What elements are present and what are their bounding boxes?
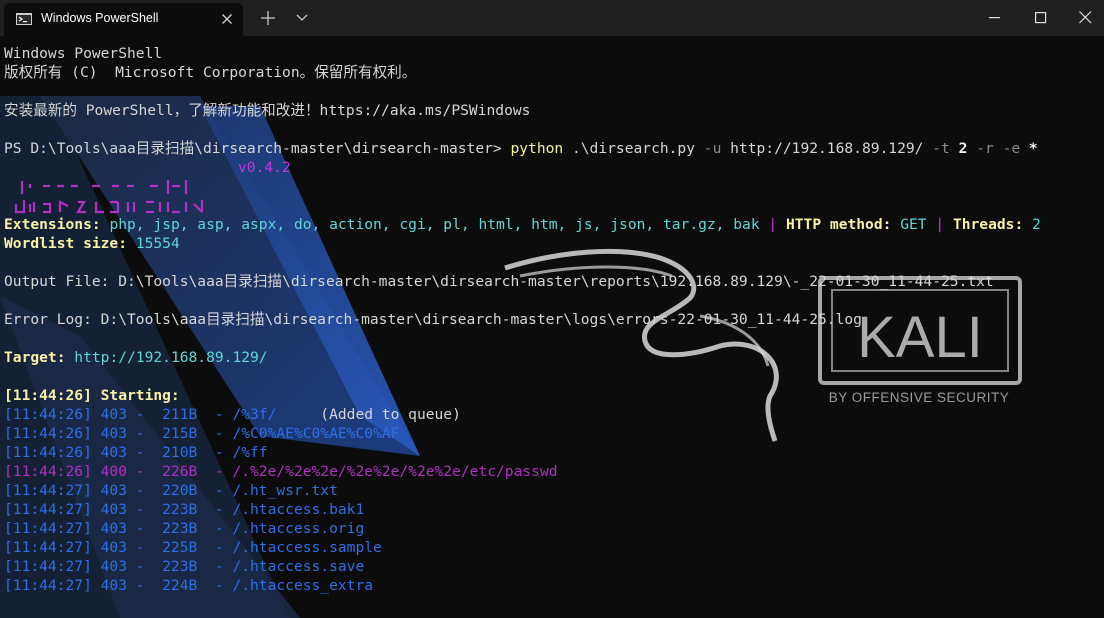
extensions-value: php, jsp, asp, aspx, do, action, cgi, pl… — [109, 216, 760, 233]
logo-line-2 — [4, 177, 1041, 196]
result-text: [11:44:26] 400 - 226B - /.%2e/%2e%2e/%2e… — [4, 463, 558, 480]
chevron-down-icon — [296, 14, 308, 21]
result-row: [11:44:26] 403 - 215B - /%C0%AE%C0%AE%C0… — [4, 424, 1041, 443]
prompt: PS D:\Tools\aaa目录扫描\dirsearch-master\dir… — [4, 140, 511, 157]
wordlist-value: 15554 — [135, 235, 180, 252]
result-text: [11:44:27] 403 - 225B - /.htaccess.sampl… — [4, 539, 382, 556]
logo-line-1: v0.4.2 — [4, 158, 1041, 177]
scan-results: [11:44:26] 403 - 211B - /%3f/ (Added to … — [4, 405, 1041, 595]
error-log-line: Error Log: D:\Tools\aaa目录扫描\dirsearch-ma… — [4, 311, 862, 328]
extensions-line: Extensions: php, jsp, asp, aspx, do, act… — [4, 216, 1041, 233]
close-icon — [1079, 11, 1092, 24]
http-method-label: HTTP method: — [785, 216, 901, 233]
header-line-2: 版权所有 (C) Microsoft Corporation。保留所有权利。 — [4, 64, 417, 81]
result-text: [11:44:27] 403 - 224B - /.htaccess_extra — [4, 577, 374, 594]
tab-windows-powershell[interactable]: Windows PowerShell — [4, 3, 243, 36]
threads-value: 2 — [1032, 216, 1041, 233]
target-label: Target: — [4, 349, 75, 366]
result-row: [11:44:27] 403 - 223B - /.htaccess.orig — [4, 519, 1041, 538]
command-line: PS D:\Tools\aaa目录扫描\dirsearch-master\dir… — [4, 139, 1041, 158]
result-text: [11:44:27] 403 - 220B - /.ht_wsr.txt — [4, 482, 338, 499]
maximize-icon — [1035, 12, 1047, 24]
result-text: [11:44:26] 403 - 210B - /%ff — [4, 444, 268, 461]
version-label: v0.4.2 — [238, 159, 291, 176]
result-row: [11:44:27] 403 - 225B - /.htaccess.sampl… — [4, 538, 1041, 557]
result-text: [11:44:27] 403 - 223B - /.htaccess.save — [4, 558, 365, 575]
new-tab-button[interactable] — [252, 0, 284, 36]
tab-title: Windows PowerShell — [41, 11, 159, 25]
cmd-script: .\dirsearch.py — [563, 140, 704, 157]
plus-icon — [261, 11, 275, 25]
cmd-flag-r: -r — [976, 140, 994, 157]
maximize-button[interactable] — [1018, 0, 1064, 36]
cmd-flag-t: -t — [932, 140, 950, 157]
header-line-1: Windows PowerShell — [4, 45, 163, 62]
result-row: [11:44:27] 403 - 224B - /.htaccess_extra — [4, 576, 1041, 595]
tab-close-icon[interactable] — [220, 12, 234, 26]
result-text: [11:44:27] 403 - 223B - /.htaccess.orig — [4, 520, 365, 537]
output-file-line: Output File: D:\Tools\aaa目录扫描\dirsearch-… — [4, 273, 994, 290]
result-row: [11:44:26] 403 - 210B - /%ff — [4, 443, 1041, 462]
header-line-3: 安装最新的 PowerShell，了解新功能和改进！https://aka.ms… — [4, 102, 531, 119]
result-row: [11:44:27] 403 - 223B - /.htaccess.bak1 — [4, 500, 1041, 519]
starting-line: [11:44:26] Starting: — [4, 387, 180, 404]
result-note: (Added to queue) — [276, 406, 461, 423]
wordlist-line: Wordlist size: 15554 — [4, 234, 1041, 253]
target-value: http://192.168.89.129/ — [74, 349, 268, 366]
cmd-url: http://192.168.89.129/ — [721, 140, 933, 157]
extensions-label: Extensions: — [4, 216, 110, 233]
close-window-button[interactable] — [1064, 0, 1104, 36]
result-row: [11:44:26] 400 - 226B - /.%2e/%2e%2e/%2e… — [4, 462, 1041, 481]
wordlist-label: Wordlist size: — [4, 235, 136, 252]
minimize-icon — [989, 17, 1000, 19]
result-row: [11:44:27] 403 - 223B - /.htaccess.save — [4, 557, 1041, 576]
result-text: [11:44:26] 403 - 215B - /%C0%AE%C0%AE%C0… — [4, 425, 400, 442]
result-text: [11:44:26] 403 - 211B - /%3f/ — [4, 406, 277, 423]
terminal-output: Windows PowerShell 版权所有 (C) Microsoft Co… — [4, 44, 1041, 595]
cmd-flag-u: -u — [703, 140, 722, 157]
result-row: [11:44:26] 403 - 211B - /%3f/ (Added to … — [4, 405, 1041, 424]
cmd-e-value: * — [1020, 140, 1038, 157]
minimize-button[interactable] — [972, 0, 1018, 36]
http-method-value: GET — [900, 216, 927, 233]
threads-label: Threads: — [952, 216, 1033, 233]
tab-dropdown-button[interactable] — [288, 0, 316, 36]
title-bar: Windows PowerShell — [0, 0, 1104, 36]
target-line: Target: http://192.168.89.129/ — [4, 348, 1041, 367]
result-text: [11:44:27] 403 - 223B - /.htaccess.bak1 — [4, 501, 365, 518]
powershell-icon — [16, 13, 32, 25]
cmd-t-value: 2 — [949, 140, 977, 157]
cmd-python: python — [510, 140, 564, 157]
result-row: [11:44:27] 403 - 220B - /.ht_wsr.txt — [4, 481, 1041, 500]
terminal-area[interactable]: KALI BY OFFENSIVE SECURITY Windows Power… — [0, 36, 1104, 618]
cmd-flag-e: -e — [1002, 140, 1021, 157]
